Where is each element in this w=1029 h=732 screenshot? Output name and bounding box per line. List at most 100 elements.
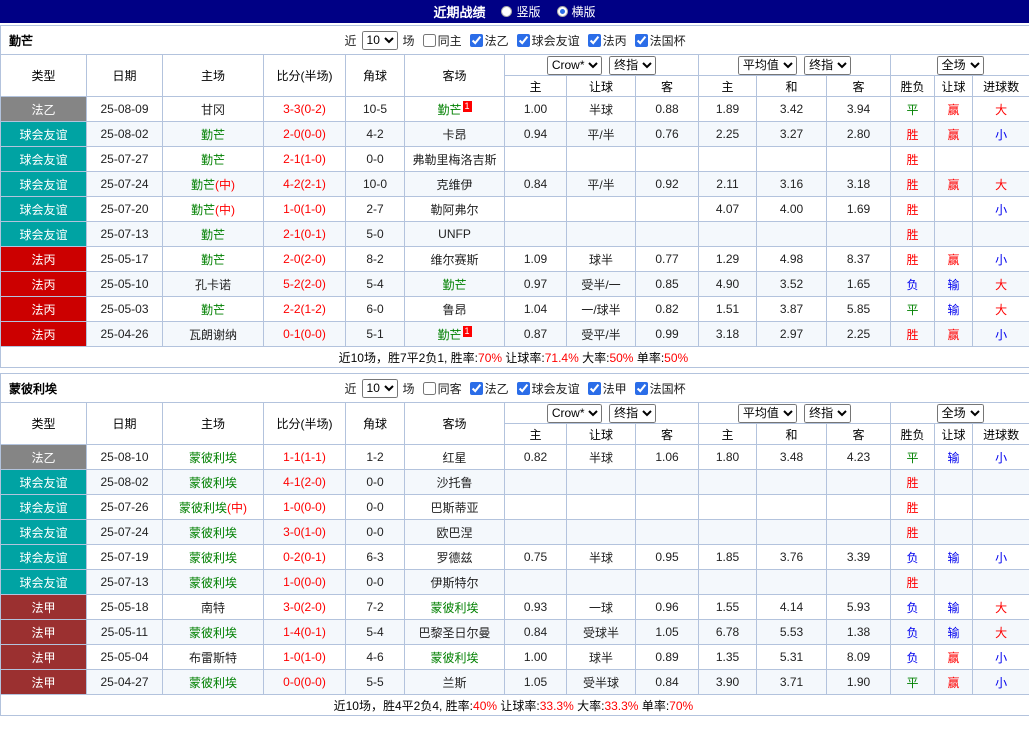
- score[interactable]: 5-2(2-0): [263, 271, 346, 297]
- score[interactable]: 0-1(0-0): [263, 321, 346, 347]
- score[interactable]: 2-1(1-0): [263, 146, 346, 172]
- score[interactable]: 1-0(0-0): [263, 494, 346, 520]
- team-name[interactable]: 弗勒里梅洛吉斯: [412, 153, 496, 167]
- col-date: 日期: [86, 54, 163, 97]
- team-name[interactable]: 勒阿弗尔: [430, 203, 478, 217]
- team-name[interactable]: 欧巴涅: [436, 526, 472, 540]
- score[interactable]: 1-1(1-1): [263, 444, 346, 470]
- league-filter-cup[interactable]: 法国杯: [634, 32, 686, 49]
- team-name[interactable]: 卡昂: [442, 128, 466, 142]
- team-name[interactable]: 南特: [201, 601, 225, 615]
- team-name[interactable]: 蒙彼利埃: [179, 501, 227, 515]
- league-filter-friendly[interactable]: 球会友谊: [516, 380, 580, 397]
- score[interactable]: 4-2(2-1): [263, 171, 346, 197]
- avg-odds-select[interactable]: 平均值: [737, 403, 797, 423]
- team-name[interactable]: 勤芒: [191, 203, 215, 217]
- summary-record: 近10场，胜4平2负4,: [333, 698, 446, 713]
- league-checkbox[interactable]: [516, 33, 530, 47]
- team-name[interactable]: 蒙彼利埃: [189, 576, 237, 590]
- same-venue-checkbox[interactable]: [422, 33, 436, 47]
- team-name[interactable]: 勤芒: [201, 228, 225, 242]
- team-name[interactable]: 蒙彼利埃: [189, 551, 237, 565]
- same-venue-filter[interactable]: 同客: [422, 380, 462, 397]
- team-name[interactable]: 兰斯: [442, 676, 466, 690]
- score[interactable]: 2-0(0-0): [263, 121, 346, 147]
- team-name[interactable]: 勤芒: [201, 128, 225, 142]
- avg-stage-select[interactable]: 终指: [804, 55, 852, 75]
- score[interactable]: 3-0(1-0): [263, 519, 346, 545]
- league-checkbox[interactable]: [634, 381, 648, 395]
- score[interactable]: 1-0(0-0): [263, 569, 346, 595]
- team-name[interactable]: 红星: [442, 451, 466, 465]
- same-venue-checkbox[interactable]: [422, 381, 436, 395]
- same-venue-filter[interactable]: 同主: [422, 32, 462, 49]
- team-name[interactable]: 蒙彼利埃: [430, 601, 478, 615]
- team-name[interactable]: 蒙彼利埃: [189, 476, 237, 490]
- scope-select[interactable]: 全场: [936, 55, 984, 75]
- scope-select[interactable]: 全场: [936, 403, 984, 423]
- league-filter-cup[interactable]: 法国杯: [634, 380, 686, 397]
- score[interactable]: 2-1(0-1): [263, 221, 346, 247]
- avg-stage-select[interactable]: 终指: [804, 403, 852, 423]
- team-name[interactable]: 沙托鲁: [436, 476, 472, 490]
- team-name[interactable]: 勤芒: [201, 303, 225, 317]
- league-checkbox[interactable]: [469, 381, 483, 395]
- score[interactable]: 2-0(2-0): [263, 246, 346, 272]
- odds-stage-select[interactable]: 终指: [609, 403, 657, 423]
- team-name[interactable]: 罗德兹: [436, 551, 472, 565]
- team-name[interactable]: 勤芒: [201, 153, 225, 167]
- team-name[interactable]: 蒙彼利埃: [189, 626, 237, 640]
- team-name[interactable]: 鲁昂: [442, 303, 466, 317]
- team-name[interactable]: 孔卡诺: [195, 278, 231, 292]
- home-team-cell: 甘冈: [162, 96, 264, 122]
- team-name[interactable]: 勤芒: [437, 103, 461, 117]
- team-name[interactable]: 维尔赛斯: [430, 253, 478, 267]
- league-checkbox[interactable]: [587, 33, 601, 47]
- league-filter-friendly[interactable]: 球会友谊: [516, 32, 580, 49]
- score[interactable]: 3-0(2-0): [263, 594, 346, 620]
- team-name[interactable]: 勤芒: [442, 278, 466, 292]
- team-name[interactable]: 勤芒: [437, 328, 461, 342]
- team-name[interactable]: 蒙彼利埃: [189, 676, 237, 690]
- score[interactable]: 1-0(1-0): [263, 644, 346, 670]
- league-checkbox[interactable]: [587, 381, 601, 395]
- team-name[interactable]: 巴黎圣日尔曼: [418, 626, 490, 640]
- score[interactable]: 1-0(1-0): [263, 196, 346, 222]
- league-checkbox[interactable]: [516, 381, 530, 395]
- league-filter-ligue1[interactable]: 法甲: [587, 380, 627, 397]
- odds-selector-row: 类型 日期 主场 比分(半场) 角球 客场 Crow* 终指 平均值 终指 全场: [0, 54, 1029, 97]
- league-checkbox[interactable]: [634, 33, 648, 47]
- score[interactable]: 4-1(2-0): [263, 469, 346, 495]
- score[interactable]: 0-2(0-1): [263, 544, 346, 570]
- team-name[interactable]: 巴斯蒂亚: [430, 501, 478, 515]
- team-name[interactable]: 勤芒: [191, 178, 215, 192]
- score[interactable]: 0-0(0-0): [263, 669, 346, 695]
- layout-option-horizontal[interactable]: 横版: [556, 3, 596, 20]
- team-name[interactable]: 布雷斯特: [189, 651, 237, 665]
- league-filter-ligue2[interactable]: 法乙: [469, 380, 509, 397]
- team-name[interactable]: 瓦朗谢纳: [189, 328, 237, 342]
- avg-odds-select[interactable]: 平均值: [737, 55, 797, 75]
- team-name[interactable]: 蒙彼利埃: [189, 451, 237, 465]
- team-name[interactable]: UNFP: [438, 227, 471, 241]
- odds-stage-select[interactable]: 终指: [609, 55, 657, 75]
- home-team-cell: 勤芒: [162, 296, 264, 322]
- team-name[interactable]: 勤芒: [201, 253, 225, 267]
- score[interactable]: 3-3(0-2): [263, 96, 346, 122]
- team-name[interactable]: 克维伊: [436, 178, 472, 192]
- match-count-select[interactable]: 10: [361, 378, 398, 398]
- score[interactable]: 1-4(0-1): [263, 619, 346, 645]
- league-checkbox[interactable]: [469, 33, 483, 47]
- team-name[interactable]: 甘冈: [201, 103, 225, 117]
- league-filter-ligue2[interactable]: 法乙: [469, 32, 509, 49]
- score[interactable]: 2-2(1-2): [263, 296, 346, 322]
- odds-company-select[interactable]: Crow*: [546, 403, 602, 423]
- layout-option-vertical[interactable]: 竖版: [501, 3, 541, 20]
- team-name[interactable]: 伊斯特尔: [430, 576, 478, 590]
- odds-company-select[interactable]: Crow*: [546, 55, 602, 75]
- match-count-select[interactable]: 10: [361, 30, 398, 50]
- league-filter-national[interactable]: 法丙: [587, 32, 627, 49]
- team-name[interactable]: 蒙彼利埃: [189, 526, 237, 540]
- team-name[interactable]: 蒙彼利埃: [430, 651, 478, 665]
- result-wdl: 胜: [890, 196, 935, 222]
